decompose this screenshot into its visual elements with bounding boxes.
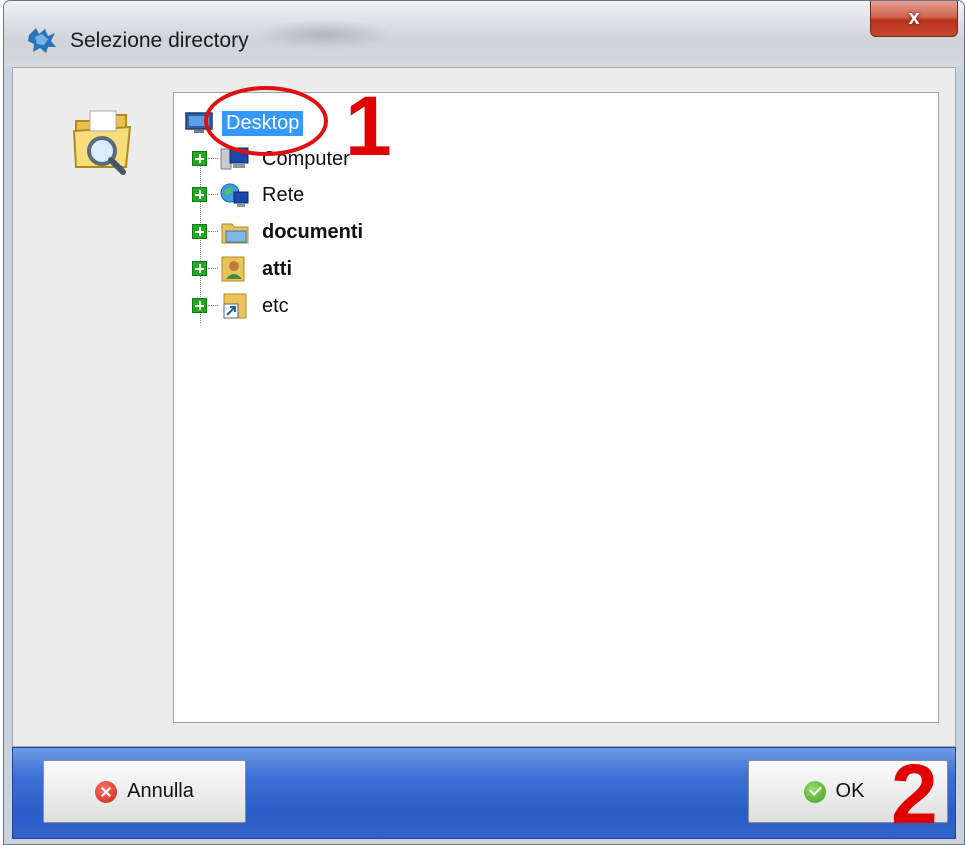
expand-toggle[interactable] <box>192 298 207 313</box>
tree-node-network[interactable]: Rete <box>220 180 308 210</box>
tree-node-label: atti <box>262 257 292 280</box>
cancel-icon <box>95 780 118 803</box>
title-bar[interactable]: Selezione directory x <box>4 1 964 67</box>
tree-connector-h <box>208 231 218 232</box>
tree-node-label: Rete <box>262 183 305 206</box>
close-button[interactable]: x <box>870 1 958 37</box>
check-icon <box>803 780 826 803</box>
library-folder-icon <box>221 223 249 244</box>
expand-toggle[interactable] <box>192 151 207 166</box>
tree-connector-h <box>208 305 218 306</box>
tree-node-atti[interactable]: atti <box>220 254 296 284</box>
annotation-ellipse <box>204 86 328 156</box>
cancel-button-label: Annulla <box>127 780 194 802</box>
expand-toggle[interactable] <box>192 261 207 276</box>
tree-connector-h <box>208 194 218 195</box>
tree-node-label: documenti <box>262 220 364 243</box>
button-bar: Annulla OK <box>12 747 956 839</box>
expand-toggle[interactable] <box>192 187 207 202</box>
folder-search-icon <box>72 110 132 175</box>
annotation-marker-1: 1 <box>345 79 392 173</box>
dialog-window: Selezione directory x Desktop Computer R… <box>3 0 965 845</box>
dialog-body: Desktop Computer Rete documenti atti etc <box>12 67 956 747</box>
shortcut-folder-icon <box>223 293 247 319</box>
window-title: Selezione directory <box>70 29 249 52</box>
expand-toggle[interactable] <box>192 224 207 239</box>
directory-tree[interactable]: Desktop Computer Rete documenti atti etc <box>173 92 939 723</box>
app-icon <box>28 28 56 53</box>
cancel-button[interactable]: Annulla <box>43 760 246 823</box>
tree-node-label: etc <box>262 294 289 317</box>
ok-button-label: OK <box>835 780 865 802</box>
tree-node-etc[interactable]: etc <box>220 291 293 321</box>
title-bar-glass <box>254 19 394 49</box>
tree-node-documenti[interactable]: documenti <box>220 217 367 247</box>
annotation-marker-2: 2 <box>891 747 938 841</box>
network-icon <box>220 183 249 207</box>
tree-connector-h <box>208 158 218 159</box>
user-folder-icon <box>221 256 245 282</box>
tree-connector-h <box>208 268 218 269</box>
